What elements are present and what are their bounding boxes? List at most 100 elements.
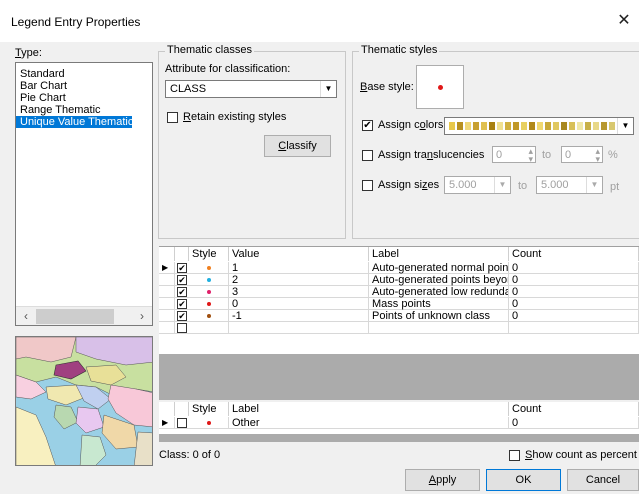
row-checkbox[interactable]: ✔ <box>177 275 187 285</box>
table-row[interactable]: ✔ 3Auto-generated low redundancy0 <box>159 286 639 298</box>
chevron-down-icon[interactable]: ▼ <box>617 118 633 134</box>
label-cell[interactable]: Auto-generated points beyond <box>369 274 509 286</box>
chevron-down-icon[interactable]: ▼ <box>494 177 510 193</box>
assign-sizes-checkbox[interactable] <box>362 180 373 191</box>
type-item[interactable]: Range Thematic <box>16 104 152 116</box>
count-cell: 0 <box>509 262 639 274</box>
row-checkbox[interactable]: ✔ <box>177 311 187 321</box>
attribute-combo[interactable]: CLASS ▼ <box>165 80 337 98</box>
row-checkbox[interactable]: ✔ <box>177 299 187 309</box>
attribute-label: Attribute for classification: <box>165 63 291 75</box>
table-row[interactable]: ✔ -1 Points of unknown class 0 <box>159 310 639 322</box>
other-col-label[interactable]: Label <box>229 402 509 416</box>
row-checkbox[interactable] <box>177 323 187 333</box>
table-row[interactable]: ✔ 2 Auto-generated points beyond 0 <box>159 274 639 286</box>
style-cell[interactable] <box>189 286 229 298</box>
other-count: 0 <box>509 417 639 429</box>
other-grid[interactable]: Style Label Count ▶ Other 0 <box>159 402 639 434</box>
spin-updown-icon[interactable]: ▴ ▾ <box>528 147 533 164</box>
col-style[interactable]: Style <box>189 247 229 261</box>
base-style-button[interactable] <box>416 65 464 109</box>
base-style-label: Base style: <box>360 81 414 93</box>
translucency-from-spinner[interactable]: 0 ▴ ▾ <box>492 146 536 164</box>
new-row[interactable] <box>159 322 639 334</box>
assign-colors-checkbox[interactable]: ✔ <box>362 120 373 131</box>
color-palette-combo[interactable]: ▼ <box>444 117 634 135</box>
palette-swatch <box>553 122 559 130</box>
other-label[interactable]: Other <box>229 417 509 429</box>
type-item[interactable]: Unique Value Thematic <box>16 116 133 128</box>
base-style-dot-icon <box>437 85 443 90</box>
style-cell[interactable] <box>189 298 229 310</box>
value-cell: 2 <box>229 274 369 286</box>
palette-swatch <box>497 122 503 130</box>
label-cell[interactable]: Mass points <box>369 298 509 310</box>
other-grid-header: Style Label Count <box>159 402 639 416</box>
label-cell[interactable]: Points of unknown class <box>369 310 509 322</box>
other-col-style[interactable]: Style <box>189 402 229 416</box>
row-checkbox[interactable]: ✔ <box>177 287 187 297</box>
count-cell: 0 <box>509 286 639 298</box>
apply-button[interactable]: Apply <box>405 469 480 491</box>
count-cell: 0 <box>509 274 639 286</box>
label-cell[interactable]: Auto-generated normal points <box>369 262 509 274</box>
chevron-down-icon[interactable]: ▼ <box>320 81 336 97</box>
map-image <box>16 337 152 465</box>
row-checkbox[interactable]: ✔ <box>177 263 187 273</box>
table-row[interactable]: ▶ ✔ 1 Auto-generated normal points 0 <box>159 262 639 274</box>
style-cell[interactable] <box>189 274 229 286</box>
classes-grid[interactable]: Style Value Label Count ▶ ✔ 1 Auto-generate… <box>159 246 639 354</box>
row-pointer-icon: ▶ <box>159 417 175 429</box>
value-cell: -1 <box>229 310 369 322</box>
type-label: Type: <box>15 47 42 59</box>
value-cell: 0 <box>229 298 369 310</box>
retain-styles-checkbox[interactable] <box>167 112 178 123</box>
style-dot-icon <box>206 421 211 426</box>
close-icon[interactable]: ✕ <box>613 10 635 32</box>
percent-label: % <box>608 149 618 161</box>
style-cell[interactable] <box>189 310 229 322</box>
style-cell[interactable] <box>189 262 229 274</box>
table-row[interactable]: ✔ 0 Mass points 0 <box>159 298 639 310</box>
chevron-down-icon[interactable]: ▼ <box>586 177 602 193</box>
type-item[interactable]: Bar Chart <box>16 80 152 92</box>
other-row[interactable]: ▶ Other 0 <box>159 417 639 429</box>
col-label[interactable]: Label <box>369 247 509 261</box>
palette-swatch <box>449 122 455 130</box>
other-grid-empty-area <box>159 434 639 442</box>
palette-swatch <box>593 122 599 130</box>
palette-swatch <box>601 122 607 130</box>
style-dot-icon <box>206 314 211 319</box>
type-list-scrollbar[interactable]: ‹ › <box>16 306 152 325</box>
value-cell: 1 <box>229 262 369 274</box>
other-col-count[interactable]: Count <box>509 402 639 416</box>
size-from-combo[interactable]: 5.000 ▼ <box>444 176 511 194</box>
style-dot-icon <box>206 278 211 283</box>
scroll-left-icon[interactable]: ‹ <box>18 309 34 324</box>
show-percent-checkbox[interactable] <box>509 450 520 461</box>
spin-updown-icon[interactable]: ▴ ▾ <box>595 147 600 164</box>
ok-button[interactable]: OK <box>486 469 561 491</box>
retain-styles-label: Retain existing styles <box>183 111 287 123</box>
label-cell[interactable]: Auto-generated low redundancy <box>369 286 509 298</box>
col-value[interactable]: Value <box>229 247 369 261</box>
row-header-cell <box>159 274 175 286</box>
assign-translucencies-checkbox[interactable] <box>362 150 373 161</box>
type-item[interactable]: Standard <box>16 68 152 80</box>
size-to-combo[interactable]: 5.000 ▼ <box>536 176 603 194</box>
translucency-to-spinner[interactable]: 0 ▴ ▾ <box>561 146 603 164</box>
cancel-button[interactable]: Cancel <box>567 469 639 491</box>
scroll-thumb[interactable] <box>36 309 114 324</box>
other-row-checkbox[interactable] <box>177 418 187 428</box>
classify-button[interactable]: Classify <box>264 135 331 157</box>
type-list[interactable]: Standard Bar Chart Pie Chart Range Thematic… <box>15 62 153 326</box>
class-status: Class: 0 of 0 <box>159 449 221 461</box>
size-to-label: to <box>518 180 528 192</box>
palette-swatch <box>585 122 591 130</box>
col-count[interactable]: Count <box>509 247 639 261</box>
palette-swatch <box>457 122 463 130</box>
type-item[interactable]: Pie Chart <box>16 92 152 104</box>
palette-swatch <box>489 122 495 130</box>
scroll-right-icon[interactable]: › <box>134 309 150 324</box>
palette-swatch <box>537 122 543 130</box>
